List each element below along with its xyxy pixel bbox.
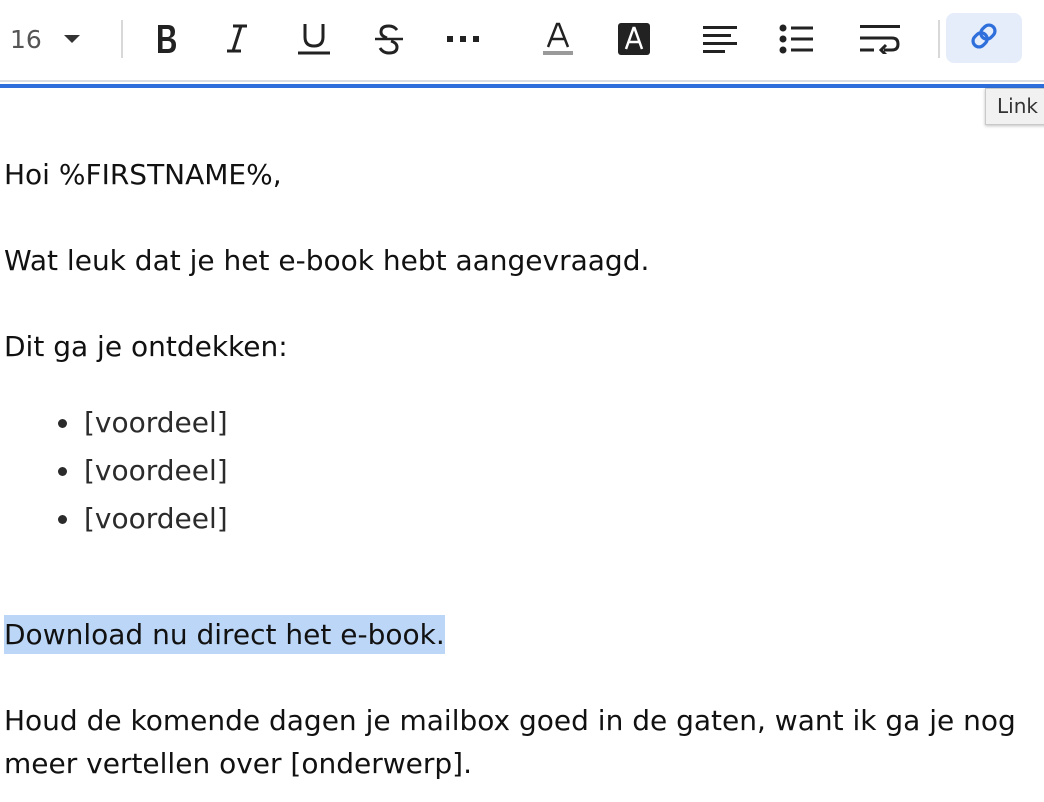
- selected-text[interactable]: Download nu direct het e-book.: [4, 615, 445, 654]
- text-wrap-button[interactable]: [852, 14, 908, 64]
- more-horizontal-icon: [446, 34, 480, 44]
- intro-paragraph[interactable]: Wat leuk dat je het e-book hebt aangevra…: [4, 239, 649, 282]
- strikethrough-icon: [372, 22, 406, 56]
- list-item[interactable]: [voordeel]: [82, 399, 228, 447]
- toolbar-focus-line: [0, 84, 1044, 88]
- underline-button[interactable]: [286, 14, 342, 64]
- bold-icon: [151, 22, 181, 56]
- followup-line-2[interactable]: meer vertellen over [onderwerp].: [4, 747, 472, 780]
- download-paragraph[interactable]: Download nu direct het e-book.: [4, 613, 445, 656]
- text-color-button[interactable]: [530, 14, 586, 64]
- more-button[interactable]: [435, 14, 491, 64]
- followup-line-1[interactable]: Houd de komende dagen je mailbox goed in…: [4, 704, 1016, 737]
- chevron-down-icon: [63, 35, 80, 43]
- followup-paragraph[interactable]: Houd de komende dagen je mailbox goed in…: [4, 699, 1016, 785]
- bold-button[interactable]: [138, 14, 194, 64]
- toolbar-divider: [938, 20, 940, 58]
- discover-paragraph[interactable]: Dit ga je ontdekken:: [4, 325, 288, 368]
- link-icon: [967, 19, 1001, 57]
- text-wrap-icon: [860, 24, 900, 54]
- bullet-list-icon: [779, 24, 813, 54]
- italic-button[interactable]: [209, 14, 265, 64]
- link-tooltip: Link: [985, 88, 1044, 125]
- underline-icon: [297, 21, 331, 57]
- bullet-list-button[interactable]: [768, 14, 824, 64]
- list-item[interactable]: [voordeel]: [82, 495, 228, 543]
- align-button[interactable]: [692, 14, 748, 64]
- italic-icon: [222, 22, 252, 56]
- highlight-color-button[interactable]: [606, 14, 662, 64]
- text-background-icon: [617, 22, 651, 56]
- tooltip-text: Link: [997, 94, 1038, 118]
- font-size-value: 16: [10, 24, 42, 54]
- strikethrough-button[interactable]: [361, 14, 417, 64]
- greeting-paragraph[interactable]: Hoi %FIRSTNAME%,: [4, 153, 282, 196]
- font-size-dropdown[interactable]: 16: [0, 14, 108, 64]
- align-left-icon: [703, 25, 737, 53]
- editor-toolbar: 16: [0, 0, 1044, 82]
- benefits-list[interactable]: [voordeel] [voordeel] [voordeel]: [4, 399, 228, 543]
- text-color-icon: [541, 21, 575, 57]
- list-item[interactable]: [voordeel]: [82, 447, 228, 495]
- link-button[interactable]: [946, 13, 1022, 63]
- toolbar-divider: [121, 20, 123, 58]
